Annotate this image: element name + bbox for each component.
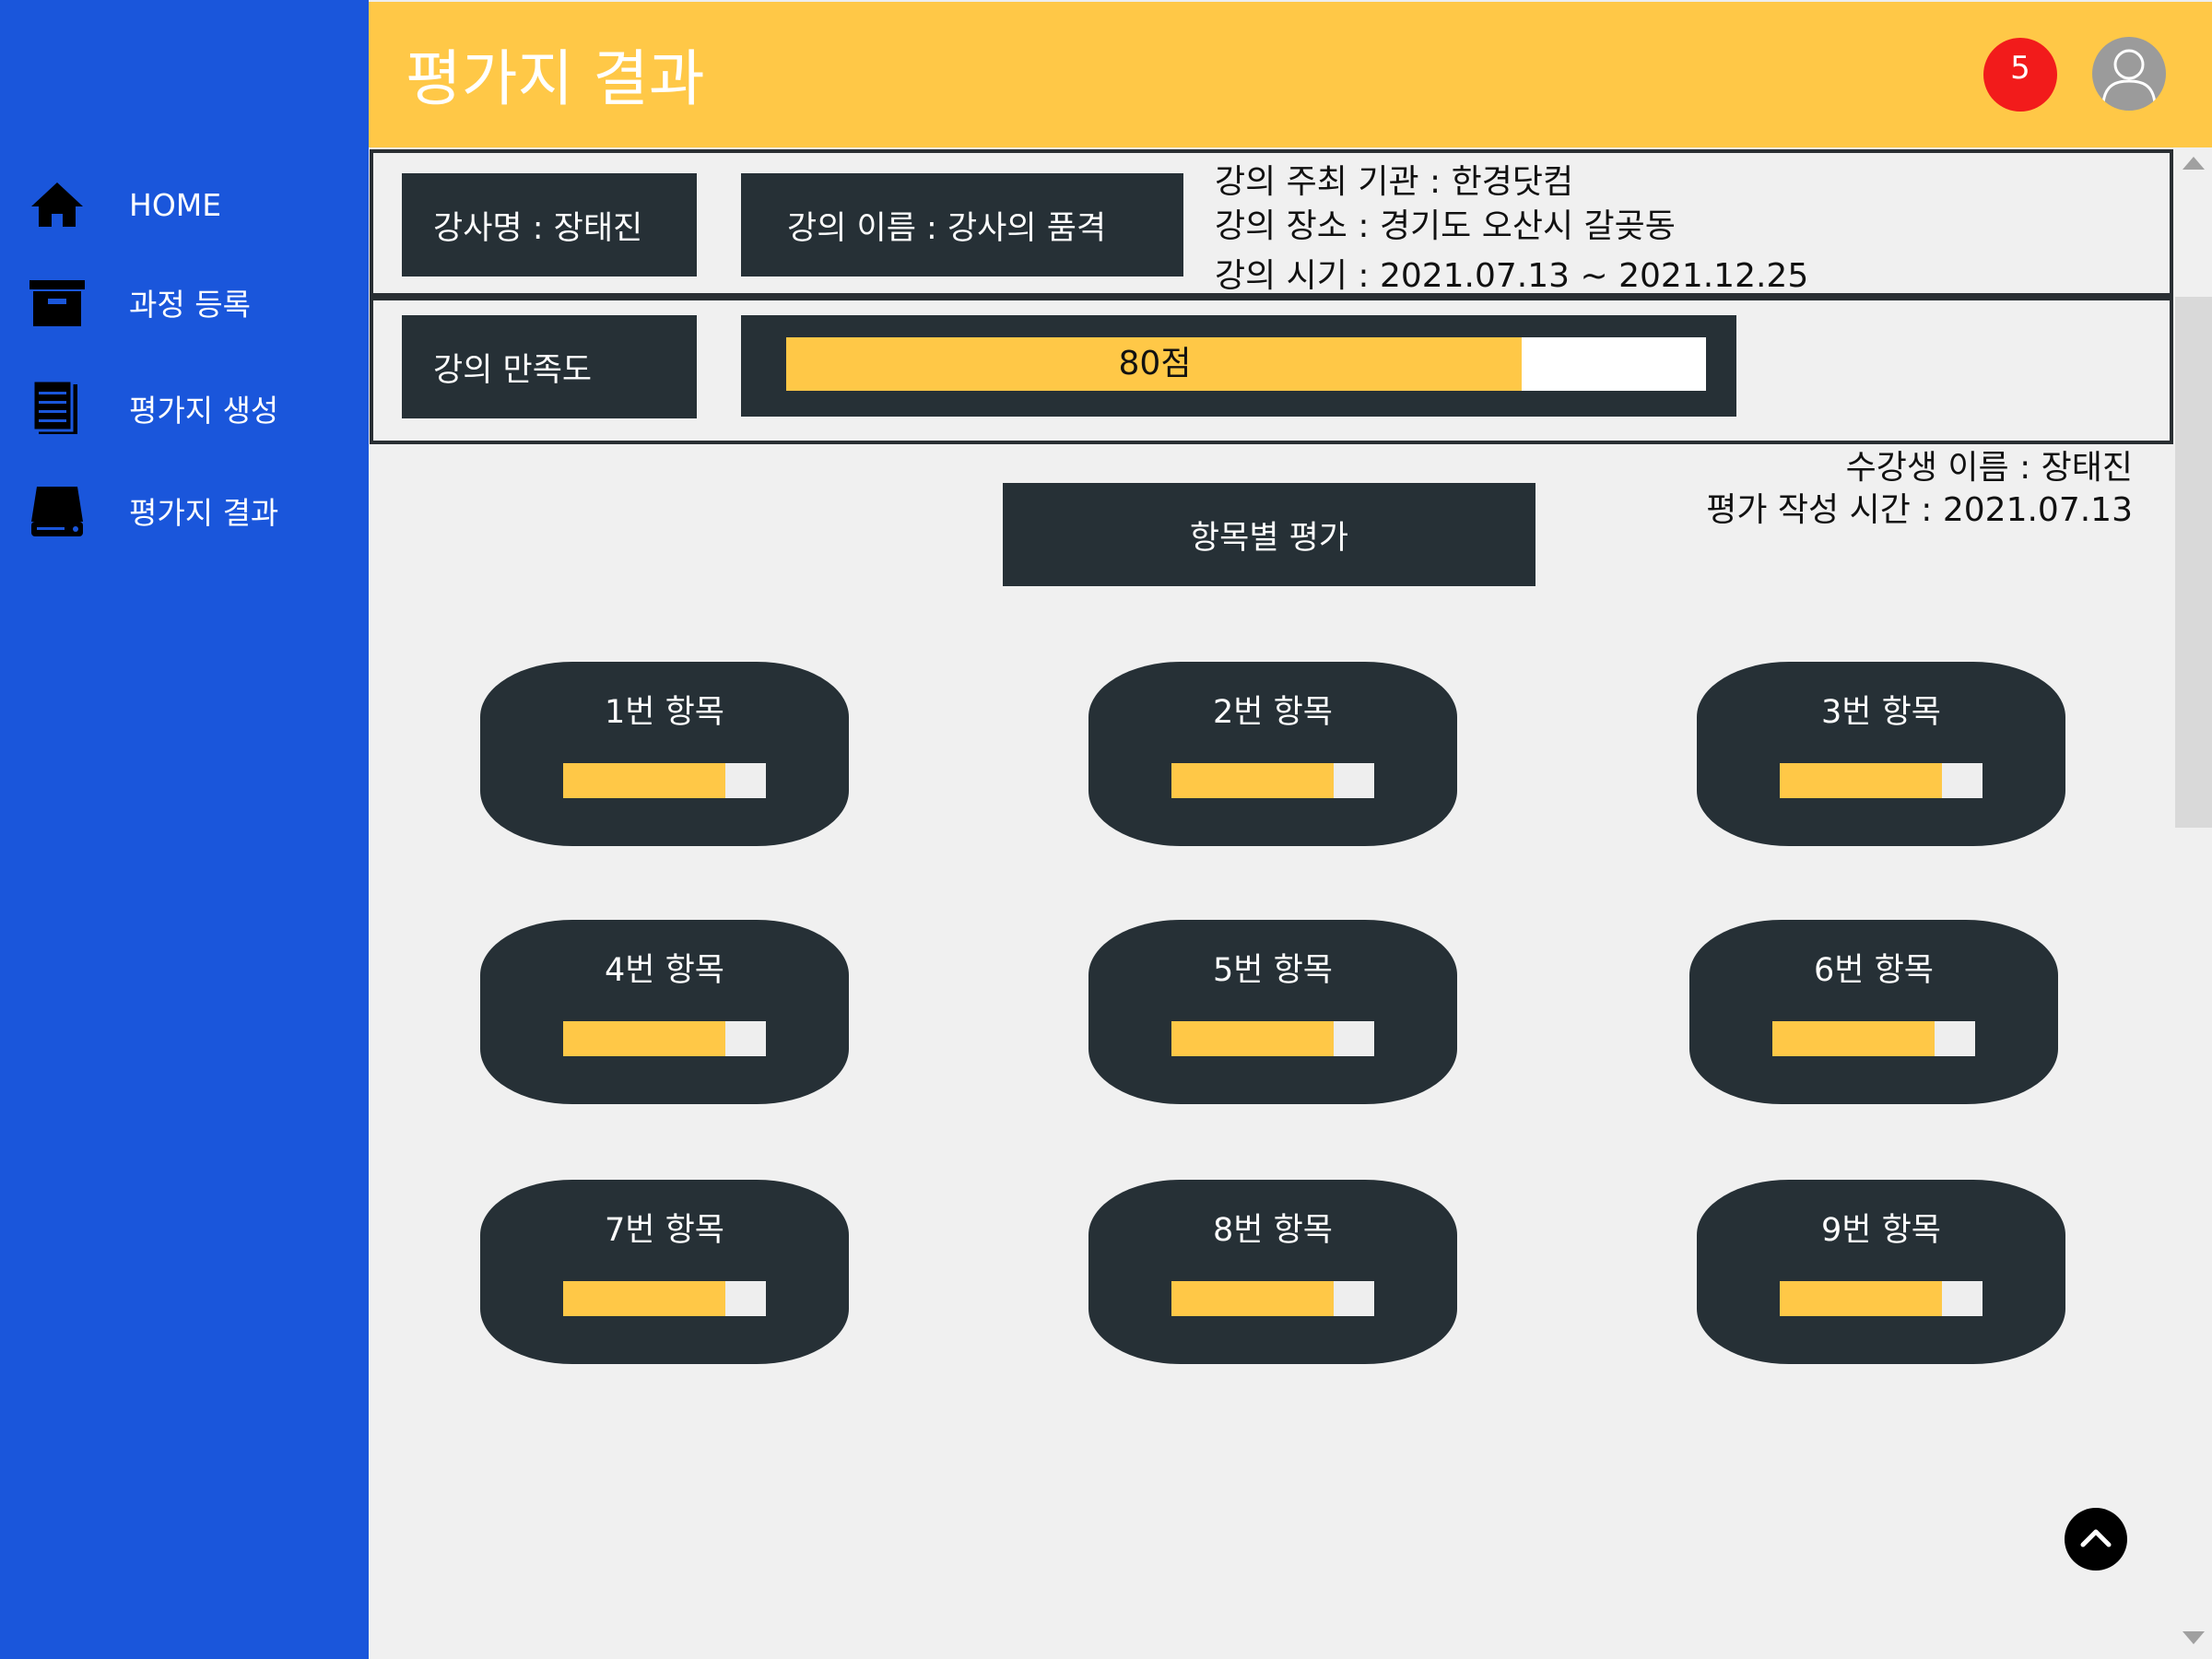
satisfaction-score: 80점: [1118, 345, 1192, 382]
lecture-location: 강의 장소 : 경기도 오산시 갈곶동: [1215, 207, 1676, 245]
sidebar-item-form-results[interactable]: 평가지 결과: [0, 474, 369, 547]
item-card[interactable]: 2번 항목: [1088, 662, 1457, 846]
scroll-up-arrow-icon[interactable]: [2183, 157, 2205, 170]
top-header: 평가지 결과: [369, 0, 2212, 147]
archive-box-icon: [29, 280, 85, 326]
scrollbar-thumb[interactable]: [2175, 297, 2212, 828]
instructor-name: 강사명 : 장태진: [402, 173, 697, 276]
item-label: 7번 항목: [605, 1212, 724, 1249]
item-card[interactable]: 1번 항목: [480, 662, 849, 846]
home-icon: [31, 182, 83, 227]
notification-badge[interactable]: 5: [1983, 38, 2057, 112]
written-time: 평가 작성 시간 : 2021.07.13: [1706, 491, 2133, 529]
item-card[interactable]: 3번 항목: [1697, 662, 2065, 846]
scroll-down-arrow-icon[interactable]: [2183, 1631, 2205, 1644]
sidebar-item-course-registration[interactable]: 과정 등록: [0, 265, 369, 339]
document-icon: [31, 379, 77, 434]
item-bar-fill: [1772, 1021, 1935, 1056]
chevron-up-icon: [2080, 1529, 2112, 1547]
page-title: 평가지 결과: [406, 43, 705, 114]
item-label: 6번 항목: [1814, 952, 1934, 989]
item-bar-fill: [1780, 763, 1942, 798]
sidebar: HOME 과정 등록 평가지 생성 평가지 결과: [0, 0, 369, 1659]
item-label: 4번 항목: [605, 952, 724, 989]
avatar[interactable]: [2092, 37, 2166, 111]
item-bar-fill: [563, 763, 725, 798]
item-card[interactable]: 9번 항목: [1697, 1180, 2065, 1364]
item-grid: 1번 항목 2번 항목 3번 항목 4번 항목 5번 항목 6번 항목 7번 항…: [370, 625, 2173, 1655]
student-name: 수강생 이름 : 장태진: [1845, 449, 2133, 487]
lecture-name: 강의 이름 : 강사의 품격: [741, 173, 1183, 276]
item-bar-fill: [563, 1281, 725, 1316]
item-label: 8번 항목: [1213, 1212, 1333, 1249]
item-label: 5번 항목: [1213, 952, 1333, 989]
lecture-host: 강의 주최 기관 : 한경닷컴: [1215, 163, 1574, 201]
item-bar-fill: [563, 1021, 725, 1056]
item-card[interactable]: 5번 항목: [1088, 920, 1457, 1104]
section-title: 항목별 평가: [1003, 483, 1535, 586]
satisfaction-label: 강의 만족도: [402, 315, 697, 418]
sidebar-item-home[interactable]: HOME: [0, 168, 369, 241]
item-bar-fill: [1780, 1281, 1942, 1316]
drive-icon: [31, 487, 83, 536]
item-card[interactable]: 7번 항목: [480, 1180, 849, 1364]
item-label: 2번 항목: [1213, 694, 1333, 731]
user-icon: [2101, 49, 2157, 104]
item-bar-fill: [1171, 763, 1334, 798]
item-bar-fill: [1171, 1021, 1334, 1056]
item-card[interactable]: 8번 항목: [1088, 1180, 1457, 1364]
sidebar-item-label: 평가지 생성: [129, 393, 279, 429]
sidebar-item-label: 평가지 결과: [129, 495, 279, 531]
sidebar-item-label: 과정 등록: [129, 287, 251, 323]
lecture-period: 강의 시기 : 2021.07.13 ~ 2021.12.25: [1215, 257, 1809, 295]
item-bar-fill: [1171, 1281, 1334, 1316]
item-card[interactable]: 6번 항목: [1689, 920, 2058, 1104]
item-label: 3번 항목: [1821, 694, 1941, 731]
sidebar-item-form-create[interactable]: 평가지 생성: [0, 371, 369, 445]
sidebar-item-label: HOME: [129, 186, 222, 223]
item-label: 1번 항목: [605, 694, 724, 731]
item-label: 9번 항목: [1821, 1212, 1941, 1249]
item-card[interactable]: 4번 항목: [480, 920, 849, 1104]
scroll-to-top-button[interactable]: [2065, 1508, 2127, 1571]
